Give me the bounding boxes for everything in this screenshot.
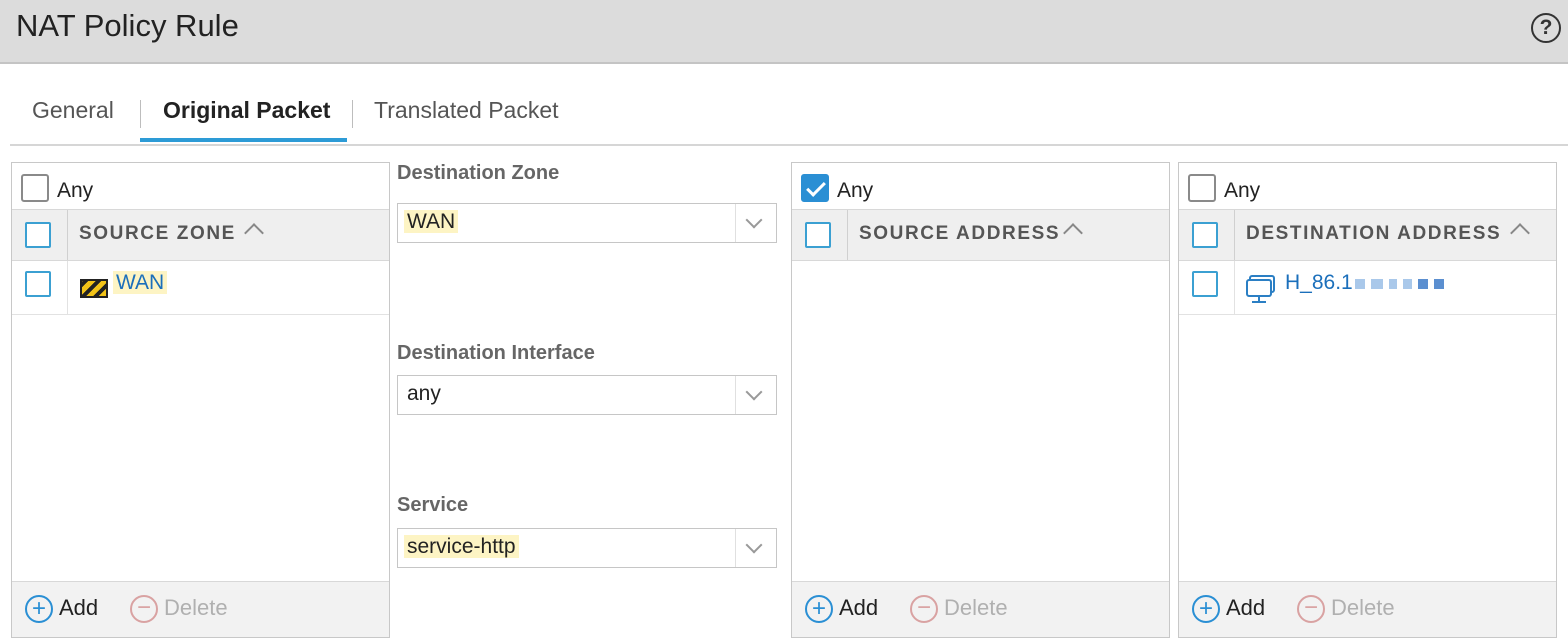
destination-address-any-checkbox[interactable] [1188,174,1216,202]
destination-address-delete-button[interactable]: − Delete [1297,595,1395,624]
destination-zone-value: WAN [404,210,459,234]
tab-translated-packet[interactable]: Translated Packet [374,97,559,124]
service-value-text: service-http [404,535,519,558]
redacted-text [1354,271,1450,295]
source-address-column-title[interactable]: SOURCE ADDRESS [859,223,1060,245]
source-zone-header: SOURCE ZONE [12,209,389,261]
destination-address-select-all-checkbox[interactable] [1192,222,1218,248]
source-address-add-button[interactable]: + Add [805,595,879,624]
source-address-select-all-checkbox[interactable] [805,222,831,248]
source-address-any-label: Any [837,179,874,202]
tab-separator [352,100,353,128]
add-label: Add [839,595,879,620]
source-address-any-checkbox[interactable] [801,174,829,202]
source-zone-delete-button[interactable]: − Delete [130,595,228,624]
destination-address-add-button[interactable]: + Add [1192,595,1266,624]
remove-icon: − [1297,595,1325,624]
source-zone-add-button[interactable]: + Add [25,595,99,624]
add-label: Add [1226,595,1266,620]
add-icon: + [805,595,833,624]
source-zone-column-title[interactable]: SOURCE ZONE [79,223,236,245]
row-checkbox[interactable] [1192,271,1218,297]
table-row[interactable]: H_86.1 [1179,261,1556,315]
select-divider [735,204,736,242]
destination-address-panel: Any DESTINATION ADDRESS H_86.1 + Add − Del… [1178,162,1557,638]
sort-ascending-icon[interactable] [1510,223,1530,243]
destination-interface-value: any [407,382,441,405]
chevron-down-icon[interactable] [745,211,763,229]
source-address-footer: + Add − Delete [792,581,1169,637]
destination-address-link[interactable]: H_86.1 [1285,271,1450,295]
row-checkbox[interactable] [25,271,51,297]
delete-label: Delete [1331,595,1395,620]
address-object-icon [1246,275,1275,303]
column-divider [1234,210,1235,260]
remove-icon: − [130,595,158,624]
destination-address-name[interactable]: H_86.1 [1285,271,1353,294]
column-divider [67,261,68,314]
source-zone-any-row: Any [12,163,389,209]
add-label: Add [59,595,99,620]
column-divider [847,210,848,260]
tab-separator [140,100,141,128]
source-zone-footer: + Add − Delete [12,581,389,637]
source-zone-link[interactable]: WAN [113,271,168,295]
service-select[interactable]: service-http [397,528,777,568]
destination-address-any-row: Any [1179,163,1556,209]
service-label: Service [397,494,469,516]
service-value: service-http [404,535,519,559]
add-icon: + [1192,595,1220,624]
add-icon: + [25,595,53,624]
source-zone-panel: Any SOURCE ZONE WAN + Add − Delete [11,162,390,638]
destination-zone-label: Destination Zone [397,162,560,184]
source-zone-select-all-checkbox[interactable] [25,222,51,248]
column-divider [1234,261,1235,314]
select-divider [735,376,736,414]
delete-label: Delete [944,595,1008,620]
source-address-panel: Any SOURCE ADDRESS + Add − Delete [791,162,1170,638]
tab-bar: General Original Packet Translated Packe… [10,92,1568,146]
table-row[interactable]: WAN [12,261,389,315]
dialog-title: NAT Policy Rule [16,8,239,43]
destination-address-column-title[interactable]: DESTINATION ADDRESS [1246,223,1501,245]
remove-icon: − [910,595,938,624]
source-zone-any-label: Any [57,179,94,202]
destination-address-footer: + Add − Delete [1179,581,1556,637]
source-address-any-row: Any [792,163,1169,209]
column-divider [67,210,68,260]
chevron-down-icon[interactable] [745,536,763,554]
destination-zone-select[interactable]: WAN [397,203,777,243]
destination-address-header: DESTINATION ADDRESS [1179,209,1556,261]
sort-ascending-icon[interactable] [1063,223,1083,243]
tab-general[interactable]: General [32,97,114,124]
tab-original-packet[interactable]: Original Packet [163,97,330,124]
destination-interface-label: Destination Interface [397,342,595,364]
zone-icon [80,279,108,298]
source-address-delete-button[interactable]: − Delete [910,595,1008,624]
destination-interface-select[interactable]: any [397,375,777,415]
active-tab-indicator [140,138,347,142]
sort-ascending-icon[interactable] [244,223,264,243]
source-zone-name[interactable]: WAN [113,271,168,294]
dialog-titlebar: NAT Policy Rule ? [0,0,1568,64]
source-zone-any-checkbox[interactable] [21,174,49,202]
help-icon[interactable]: ? [1531,13,1561,43]
source-address-header: SOURCE ADDRESS [792,209,1169,261]
select-divider [735,529,736,567]
destination-address-any-label: Any [1224,179,1261,202]
chevron-down-icon[interactable] [745,383,763,401]
delete-label: Delete [164,595,228,620]
destination-zone-value-text: WAN [404,210,459,233]
